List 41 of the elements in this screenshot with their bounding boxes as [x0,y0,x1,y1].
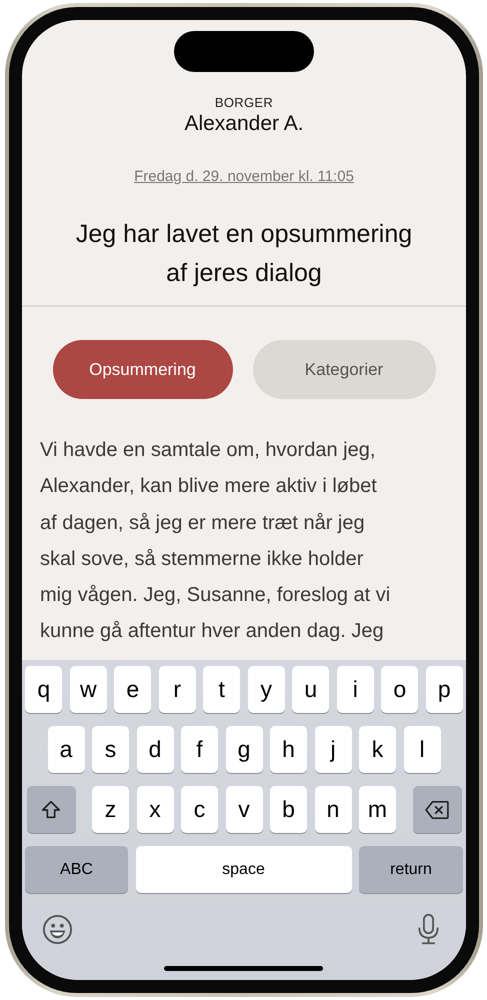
key[interactable]: d [136,726,174,773]
space-key[interactable]: space [136,846,352,893]
key[interactable]: c [181,786,218,833]
keyboard-mode-key[interactable]: ABC [25,846,128,893]
key[interactable]: z [92,786,129,833]
key[interactable]: n [314,786,352,833]
key[interactable]: y [248,666,285,713]
key[interactable]: x [136,786,174,833]
key[interactable]: h [270,726,307,773]
key[interactable]: f [181,726,218,773]
key[interactable]: q [25,666,62,713]
key[interactable]: k [359,726,396,773]
shift-key[interactable] [26,786,76,833]
date-link[interactable]: Fredag d. 29. november kl. 11:05 [134,168,354,185]
key[interactable]: a [48,726,84,773]
key[interactable]: v [226,786,262,833]
key[interactable]: s [92,726,129,773]
shift-icon [40,798,62,820]
key[interactable]: p [426,666,463,713]
backspace-icon [424,800,450,820]
page-title: Jeg har lavet en opsummering af jeres dialog [74,219,414,289]
key[interactable]: i [336,666,374,713]
delete-key[interactable] [412,786,462,833]
key[interactable]: m [359,786,396,833]
tab[interactable]: Kategorier [252,340,436,399]
key[interactable]: g [226,726,262,773]
return-key[interactable]: return [359,846,463,893]
key[interactable]: e [114,666,152,713]
key[interactable]: r [158,666,196,713]
key[interactable]: l [404,726,440,773]
summary-text: Vi havde en samtale om, hvordan jeg, Alexander, kan blive mere aktiv i løbet af dagen, så jeg er mere træt når jeg skal sove, så stemmerne ikke holder mig vågen. Jeg, Susanne, foreslog at vi kunne gå aftentur hver anden dag. Jeg [40,438,392,644]
key[interactable]: u [292,666,330,713]
person-name: Alexander A. [184,112,304,136]
key[interactable]: t [203,666,240,713]
key[interactable]: j [314,726,352,773]
key[interactable]: o [381,666,418,713]
key[interactable]: w [70,666,107,713]
emoji-icon[interactable] [42,913,73,946]
role-label: BORGER [214,95,274,110]
tab[interactable]: Opsummering [52,340,232,399]
key[interactable]: b [270,786,307,833]
